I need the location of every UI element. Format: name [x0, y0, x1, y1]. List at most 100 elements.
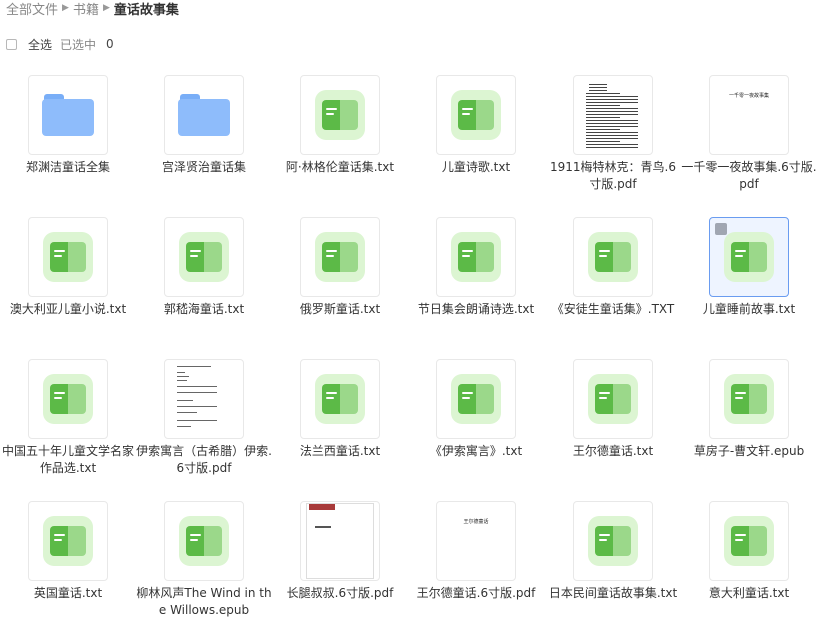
- file-thumbnail[interactable]: [573, 501, 653, 581]
- file-thumbnail[interactable]: [436, 359, 516, 439]
- file-thumbnail[interactable]: [28, 75, 108, 155]
- book-text-line: [190, 534, 201, 536]
- file-item[interactable]: 长腿叔叔.6寸版.pdf: [272, 496, 408, 636]
- file-item[interactable]: 1911梅特林克：青鸟.6寸版.pdf: [545, 70, 681, 210]
- select-checkbox[interactable]: [715, 223, 727, 235]
- pdf-page-thumbnail: [583, 78, 643, 152]
- toc-line: [177, 376, 189, 377]
- book-icon: [458, 100, 494, 130]
- page-text-line: [586, 108, 638, 109]
- book-text-line: [599, 250, 610, 252]
- file-item[interactable]: 节日集会朗诵诗选.txt: [408, 212, 544, 352]
- file-name: 中国五十年儿童文学名家作品选.txt: [1, 444, 134, 475]
- book-text-line: [735, 397, 743, 399]
- file-thumbnail[interactable]: [300, 217, 380, 297]
- file-item[interactable]: 中国五十年儿童文学名家作品选.txt: [0, 354, 136, 494]
- file-item[interactable]: 儿童诗歌.txt: [408, 70, 544, 210]
- file-item[interactable]: 日本民间童话故事集.txt: [545, 496, 681, 636]
- book-icon: [186, 526, 222, 556]
- file-thumbnail[interactable]: [709, 217, 789, 297]
- file-item[interactable]: 宫泽贤治童话集: [136, 70, 272, 210]
- txt-file-icon: [724, 232, 774, 282]
- file-thumbnail[interactable]: [28, 217, 108, 297]
- file-item[interactable]: 阿·林格伦童话集.txt: [272, 70, 408, 210]
- book-text-line: [462, 397, 470, 399]
- select-all-label[interactable]: 全选: [28, 36, 52, 53]
- file-item[interactable]: 俄罗斯童话.txt: [272, 212, 408, 352]
- book-right-page: [340, 384, 358, 414]
- file-thumbnail[interactable]: [709, 359, 789, 439]
- file-item[interactable]: 《伊索寓言》.txt: [408, 354, 544, 494]
- file-name: 澳大利亚儿童小说.txt: [9, 302, 127, 316]
- caret-right-icon: ▶: [102, 3, 110, 13]
- book-text-line: [54, 250, 65, 252]
- toc-line: [177, 406, 217, 407]
- pdf-cover-title: 一千零一夜故事集: [728, 93, 769, 99]
- file-thumbnail[interactable]: [300, 359, 380, 439]
- book-left-page: [595, 384, 613, 414]
- page-text-line: [586, 141, 620, 142]
- book-right-page: [204, 526, 222, 556]
- txt-file-icon: [43, 232, 93, 282]
- file-thumbnail[interactable]: [164, 75, 244, 155]
- book-text-line: [462, 250, 473, 252]
- file-thumbnail[interactable]: [573, 217, 653, 297]
- file-item[interactable]: 郭嵇海童话.txt: [136, 212, 272, 352]
- selected-count: 0: [106, 37, 114, 51]
- txt-file-icon: [179, 232, 229, 282]
- txt-file-icon: [451, 232, 501, 282]
- file-name: 俄罗斯童话.txt: [299, 302, 381, 316]
- file-thumbnail[interactable]: 王尔德童话: [436, 501, 516, 581]
- file-thumbnail[interactable]: [300, 75, 380, 155]
- file-item[interactable]: 柳林风声The Wind in the Willows.epub: [136, 496, 272, 636]
- txt-file-icon: [588, 374, 638, 424]
- page-text-line: [586, 117, 620, 118]
- page-text-line: [586, 129, 620, 130]
- file-thumbnail[interactable]: [28, 359, 108, 439]
- breadcrumb-all-files[interactable]: 全部文件: [6, 0, 58, 18]
- file-item[interactable]: 儿童睡前故事.txt: [681, 212, 817, 352]
- file-thumbnail[interactable]: [709, 501, 789, 581]
- book-text-line: [599, 539, 607, 541]
- page-text-line: [586, 126, 638, 127]
- book-text-line: [462, 255, 470, 257]
- page-text-line: [586, 120, 638, 121]
- file-item[interactable]: 英国童话.txt: [0, 496, 136, 636]
- file-thumbnail[interactable]: [28, 501, 108, 581]
- file-name: 1911梅特林克：青鸟.6寸版.pdf: [550, 160, 676, 191]
- book-right-page: [476, 384, 494, 414]
- page-text-line: [586, 114, 638, 115]
- file-thumbnail[interactable]: [436, 75, 516, 155]
- toc-line: [177, 372, 185, 373]
- file-item[interactable]: 草房子-曹文轩.epub: [681, 354, 817, 494]
- file-item[interactable]: 法兰西童话.txt: [272, 354, 408, 494]
- book-icon: [322, 242, 358, 272]
- file-item[interactable]: 《安徒生童话集》.TXT: [545, 212, 681, 352]
- breadcrumb-current-folder: 童话故事集: [113, 2, 179, 18]
- file-thumbnail[interactable]: 一千零一夜故事集: [709, 75, 789, 155]
- file-thumbnail[interactable]: [300, 501, 380, 581]
- book-text-line: [735, 392, 746, 394]
- file-item[interactable]: 郑渊洁童话全集: [0, 70, 136, 210]
- cover-red-band: [309, 504, 335, 510]
- txt-file-icon: [451, 90, 501, 140]
- file-item[interactable]: 王尔德童话 王尔德童话.6寸版.pdf: [408, 496, 544, 636]
- file-thumbnail[interactable]: [573, 75, 653, 155]
- file-item[interactable]: 意大利童话.txt: [681, 496, 817, 636]
- file-item[interactable]: 伊索寓言（古希腊）伊索.6寸版.pdf: [136, 354, 272, 494]
- file-item[interactable]: 澳大利亚儿童小说.txt: [0, 212, 136, 352]
- file-name: 儿童诗歌.txt: [441, 160, 511, 174]
- txt-file-icon: [451, 374, 501, 424]
- file-item[interactable]: 王尔德童话.txt: [545, 354, 681, 494]
- file-thumbnail[interactable]: [436, 217, 516, 297]
- file-item[interactable]: 一千零一夜故事集 一千零一夜故事集.6寸版.pdf: [681, 70, 817, 210]
- file-thumbnail[interactable]: [573, 359, 653, 439]
- breadcrumb-books[interactable]: 书籍: [73, 0, 99, 18]
- select-all-checkbox[interactable]: [6, 38, 17, 50]
- file-thumbnail[interactable]: [164, 359, 244, 439]
- book-text-line: [462, 108, 473, 110]
- book-right-page: [68, 384, 86, 414]
- file-name: 《安徒生童话集》.TXT: [551, 302, 675, 316]
- file-thumbnail[interactable]: [164, 501, 244, 581]
- file-thumbnail[interactable]: [164, 217, 244, 297]
